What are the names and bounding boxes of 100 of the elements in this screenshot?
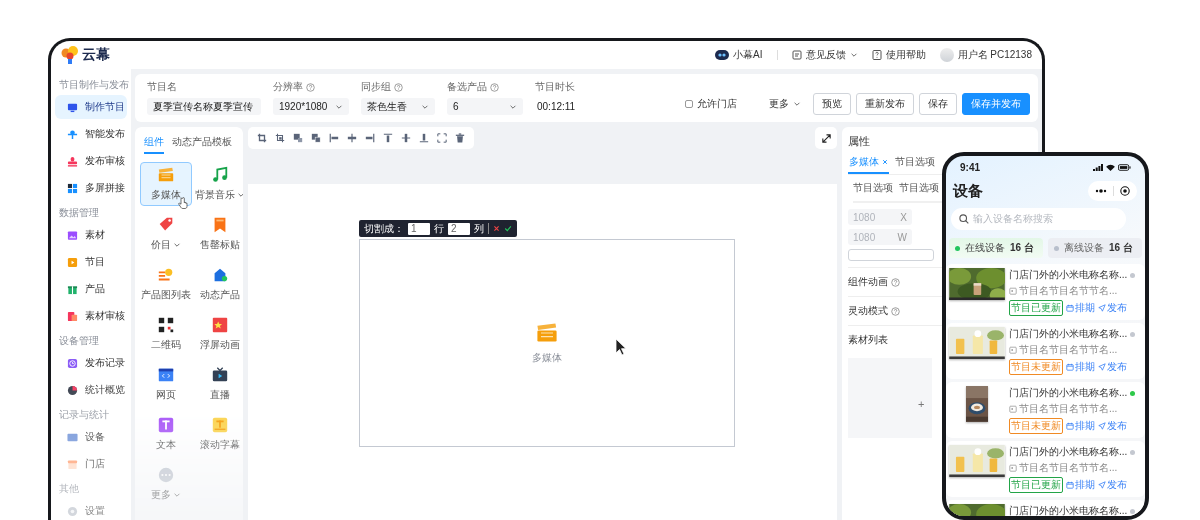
ai-assistant-link[interactable]: 小幕AI [733,48,763,62]
checkbox[interactable] [685,100,693,108]
paper-plane-icon [1098,422,1106,430]
dropdown[interactable]: 1920*1080 [273,98,349,115]
add-icon[interactable]: + [918,398,925,410]
schedule-link[interactable]: 排期 [1066,478,1095,492]
nav-item[interactable]: 制作节目 [55,95,127,119]
field-label: 节目时长 [535,80,575,94]
schedule-link[interactable]: 排期 [1066,301,1095,315]
publish-link[interactable]: 发布 [1098,478,1127,492]
component-item[interactable]: 售罄标贴 [194,212,246,256]
sub-tab[interactable]: 节目选项 [853,181,893,195]
more-icon[interactable] [1095,189,1107,193]
drop-zone[interactable]: + [848,358,932,438]
clapperboard-icon [157,166,175,184]
qr-code-icon [157,316,175,334]
toolbar-button[interactable]: 保存 [919,93,957,115]
layer-icon[interactable] [292,132,304,144]
expand-button[interactable] [815,127,837,149]
schedule-link[interactable]: 排期 [1066,360,1095,374]
nav-item[interactable]: 产品 [55,277,127,301]
panel-tab[interactable]: 动态产品模板 [172,135,232,154]
calendar-icon [1009,464,1017,472]
target-icon[interactable] [1120,186,1130,196]
fullscreen-icon[interactable] [436,132,448,144]
component-item[interactable]: 滚动字幕 [194,412,246,456]
nav-item[interactable]: 节目 [55,250,127,274]
close-icon[interactable] [493,225,500,232]
align-right-icon[interactable] [364,132,376,144]
publish-link[interactable]: 发布 [1098,360,1127,374]
feedback-link[interactable]: 意见反馈 [805,48,846,62]
text-field[interactable]: 夏季宣传名称夏季宣传 [147,98,261,115]
component-item[interactable]: 二维码 [140,312,192,356]
nav-item[interactable]: 设置 [55,499,127,520]
crop-icon[interactable] [274,132,286,144]
device-card[interactable]: 门店门外的小米电称名称... 节目名节目名节节名... 节目已更新 排期 发布 [946,264,1145,320]
toolbar-button[interactable]: 重新发布 [856,93,914,115]
calendar-icon [1066,422,1074,430]
status-time: 9:41 [960,162,980,173]
monitor-icon [67,101,78,113]
nav-item[interactable]: 统计概览 [55,378,127,402]
component-item[interactable]: 浮屏动画 [194,312,246,356]
store-icon [67,458,78,470]
align-middle-icon[interactable] [400,132,412,144]
trash-icon[interactable] [454,132,466,144]
battery-icon [1118,164,1131,171]
layer-icon[interactable] [310,132,322,144]
nav-item[interactable]: 发布记录 [55,351,127,375]
help-icon [490,82,499,92]
status-tab[interactable]: 离线设备 16 台 [1048,238,1142,258]
nav-item[interactable]: 素材 [55,223,127,247]
status-tab[interactable]: 在线设备 16 台 [949,238,1043,258]
component-item[interactable]: 价目 [140,212,192,256]
device-card[interactable]: 门店门外的小米电称名称... 节目名节目名节节名... 节目已更新 排期 发布 [946,441,1145,497]
rows-field[interactable]: 1 [408,222,430,235]
nav-item[interactable]: 素材审核 [55,304,127,328]
publish-link[interactable]: 发布 [1098,301,1127,315]
align-top-icon[interactable] [382,132,394,144]
component-item[interactable]: 产品图列表 [140,262,192,306]
duration-value: 00:12:11 [536,100,576,114]
component-item[interactable]: 文本 [140,412,192,456]
section-title: 记录与统计 [58,408,110,422]
component-item[interactable]: 多媒体 [140,162,192,206]
text-icon [211,416,229,434]
component-item[interactable]: 直播 [194,362,246,406]
component-item[interactable]: 背景音乐 [194,162,246,206]
nav-item[interactable]: 多屏拼接 [55,176,127,200]
nav-item[interactable]: 发布审核 [55,149,127,173]
paper-plane-icon [1098,304,1106,312]
device-card[interactable]: 门店门外的小米电称名称... 节目名节目名节节名... 节目未更新 排期 发布 [946,382,1145,438]
publish-link[interactable]: 发布 [1098,419,1127,433]
dropdown[interactable]: 茶色生香 [361,98,435,115]
stamp-icon [67,155,78,167]
nav-item[interactable]: 设备 [55,425,127,449]
align-bottom-icon[interactable] [418,132,430,144]
help-icon [306,82,315,92]
more-menu[interactable]: 更多 [769,97,789,111]
close-icon[interactable] [882,159,888,165]
crop-icon[interactable] [256,132,268,144]
toolbar-button[interactable]: 预览 [813,93,851,115]
check-icon[interactable] [504,225,512,232]
dropdown[interactable]: 6 [447,98,523,115]
align-center-icon[interactable] [346,132,358,144]
align-left-icon[interactable] [328,132,340,144]
nav-item[interactable]: 门店 [55,452,127,476]
cursor-icon [615,338,628,356]
screen-icon [67,431,78,443]
device-card[interactable]: 门店门外的小米电称名称... 节目名节目名节节名... 节目未更新 排期 发布 [946,323,1145,379]
device-card[interactable]: 门店门外的小米电称名称... [946,500,1145,516]
help-link[interactable]: 使用帮助 [885,48,926,62]
help-icon [871,50,882,60]
columns-field[interactable]: 2 [448,222,470,235]
nav-item[interactable]: 智能发布 [55,122,127,146]
schedule-link[interactable]: 排期 [1066,419,1095,433]
property-tab[interactable]: 节目选项 [894,153,936,174]
paper-plane-icon [1098,481,1106,489]
component-item[interactable]: 网页 [140,362,192,406]
component-item[interactable]: 动态产品 [194,262,246,306]
sub-tab[interactable]: 节目选项 [899,181,939,195]
program-name: 节目名节目名节节名... [1019,284,1118,298]
